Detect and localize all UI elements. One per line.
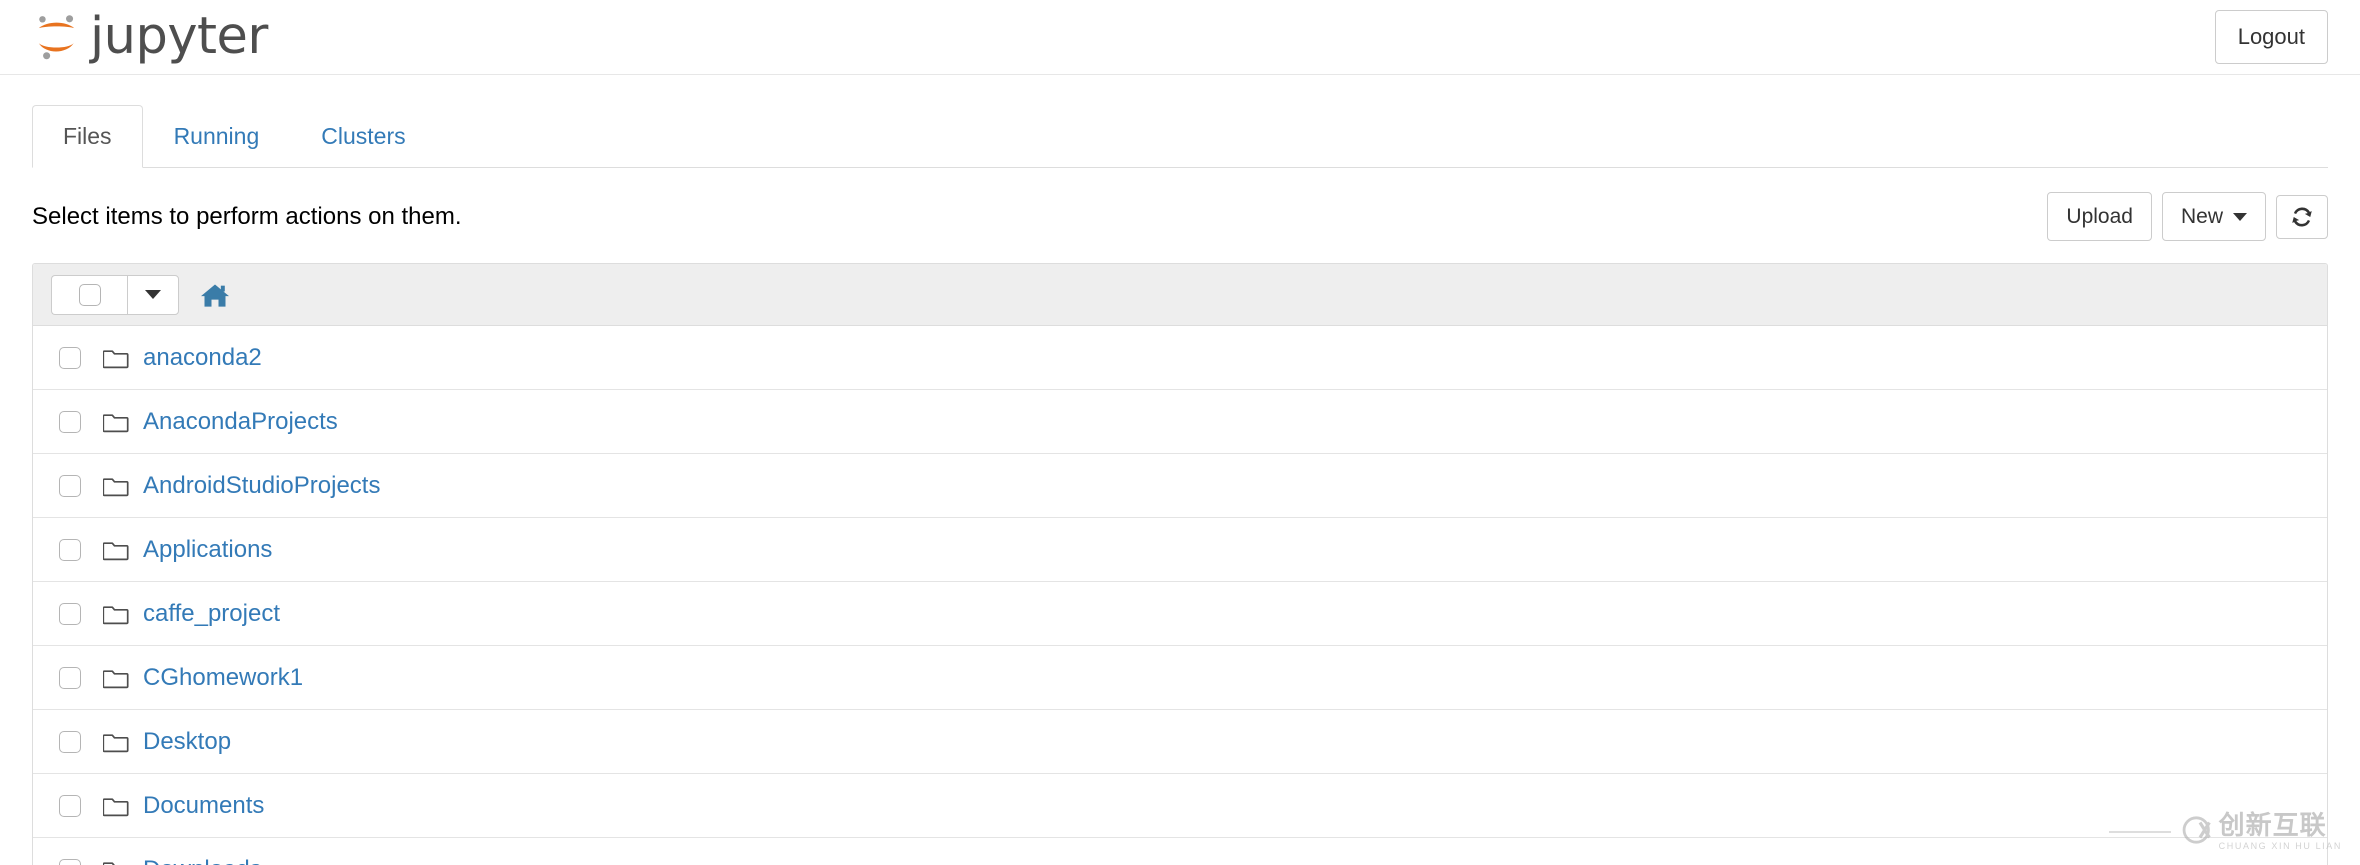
tab-running-link[interactable]: Running [143, 105, 291, 168]
tab-files-link[interactable]: Files [32, 105, 143, 169]
refresh-button[interactable] [2276, 194, 2328, 239]
file-list-item[interactable]: Documents [33, 774, 2327, 839]
folder-icon [103, 859, 143, 865]
header-right-group: Logout [2214, 9, 2328, 65]
file-list-item[interactable]: CGhomework1 [33, 646, 2327, 711]
file-list-item[interactable]: AndroidStudioProjects [33, 454, 2327, 519]
jupyter-logo-link[interactable]: jupyter [32, 11, 268, 62]
header-container: jupyter Logout [32, 9, 2328, 65]
main-tab-list: Files Running Clusters [32, 105, 2328, 169]
file-row-checkbox-cell [51, 410, 103, 433]
file-row-checkbox-cell [51, 602, 103, 625]
page-header: jupyter Logout [0, 0, 2360, 75]
select-all-checkbox-button[interactable] [51, 274, 127, 315]
logout-button[interactable]: Logout [2214, 9, 2328, 65]
tabs-region: Files Running Clusters [0, 105, 2360, 169]
folder-icon [103, 795, 143, 817]
tab-clusters-link[interactable]: Clusters [290, 105, 436, 168]
select-all-checkbox[interactable] [78, 283, 101, 306]
select-all-dropdown-button[interactable] [127, 274, 179, 315]
file-list-panel: anaconda2 AnacondaProjects AndroidStudioPr… [32, 263, 2328, 865]
select-items-instruction: Select items to perform actions on them. [32, 203, 462, 231]
file-row-checkbox-cell [51, 346, 103, 369]
file-row-checkbox-cell [51, 858, 103, 865]
file-row-checkbox[interactable] [59, 858, 81, 865]
jupyter-logo-icon [32, 12, 90, 62]
file-row-checkbox[interactable] [59, 602, 81, 625]
file-list-item[interactable]: Applications [33, 518, 2327, 583]
file-name-link[interactable]: Desktop [143, 726, 231, 757]
file-name-link[interactable]: Applications [143, 534, 272, 565]
upload-button[interactable]: Upload [2047, 192, 2152, 242]
file-name-link[interactable]: Documents [143, 790, 264, 821]
file-row-checkbox-cell [51, 538, 103, 561]
toolbar-actions: Upload New [2047, 192, 2328, 242]
file-list-item[interactable]: AnacondaProjects [33, 390, 2327, 455]
file-name-link[interactable]: CGhomework1 [143, 662, 303, 693]
file-name-link[interactable]: AnacondaProjects [143, 406, 338, 437]
folder-icon [103, 347, 143, 369]
file-list-item[interactable]: Desktop [33, 710, 2327, 775]
file-name-link[interactable]: AndroidStudioProjects [143, 470, 380, 501]
breadcrumb-home-link[interactable] [201, 282, 229, 308]
folder-icon [103, 603, 143, 625]
file-row-checkbox[interactable] [59, 794, 81, 817]
file-row-checkbox-cell [51, 730, 103, 753]
file-row-checkbox-cell [51, 474, 103, 497]
file-row-checkbox[interactable] [59, 410, 81, 433]
folder-icon [103, 539, 143, 561]
new-dropdown-button[interactable]: New [2161, 192, 2266, 242]
file-row-container: anaconda2 AnacondaProjects AndroidStudioPr… [33, 326, 2327, 865]
file-row-checkbox[interactable] [59, 730, 81, 753]
tab-running[interactable]: Running [143, 105, 291, 168]
file-row-checkbox[interactable] [59, 666, 81, 689]
file-row-checkbox[interactable] [59, 346, 81, 369]
file-name-link[interactable]: Downloads [143, 854, 262, 865]
folder-icon [103, 667, 143, 689]
file-row-checkbox-cell [51, 666, 103, 689]
folder-icon [103, 731, 143, 753]
refresh-icon [2290, 205, 2314, 229]
file-list-item[interactable]: anaconda2 [33, 326, 2327, 391]
file-name-link[interactable]: anaconda2 [143, 342, 262, 373]
folder-icon [103, 475, 143, 497]
home-icon [201, 282, 229, 308]
file-row-checkbox[interactable] [59, 474, 81, 497]
chevron-down-icon [145, 290, 161, 300]
file-row-checkbox-cell [51, 794, 103, 817]
jupyter-wordmark: jupyter [90, 7, 268, 67]
new-dropdown-label: New [2180, 205, 2223, 229]
folder-icon [103, 411, 143, 433]
tab-files[interactable]: Files [32, 105, 143, 169]
file-list-item[interactable]: caffe_project [33, 582, 2327, 647]
file-list-header [33, 264, 2327, 327]
file-toolbar: Select items to perform actions on them.… [0, 192, 2360, 242]
file-name-link[interactable]: caffe_project [143, 598, 280, 629]
file-list-item[interactable]: Downloads [33, 838, 2327, 865]
tab-clusters[interactable]: Clusters [290, 105, 436, 168]
select-all-button-group [51, 274, 179, 315]
chevron-down-icon [2233, 212, 2247, 221]
file-row-checkbox[interactable] [59, 538, 81, 561]
